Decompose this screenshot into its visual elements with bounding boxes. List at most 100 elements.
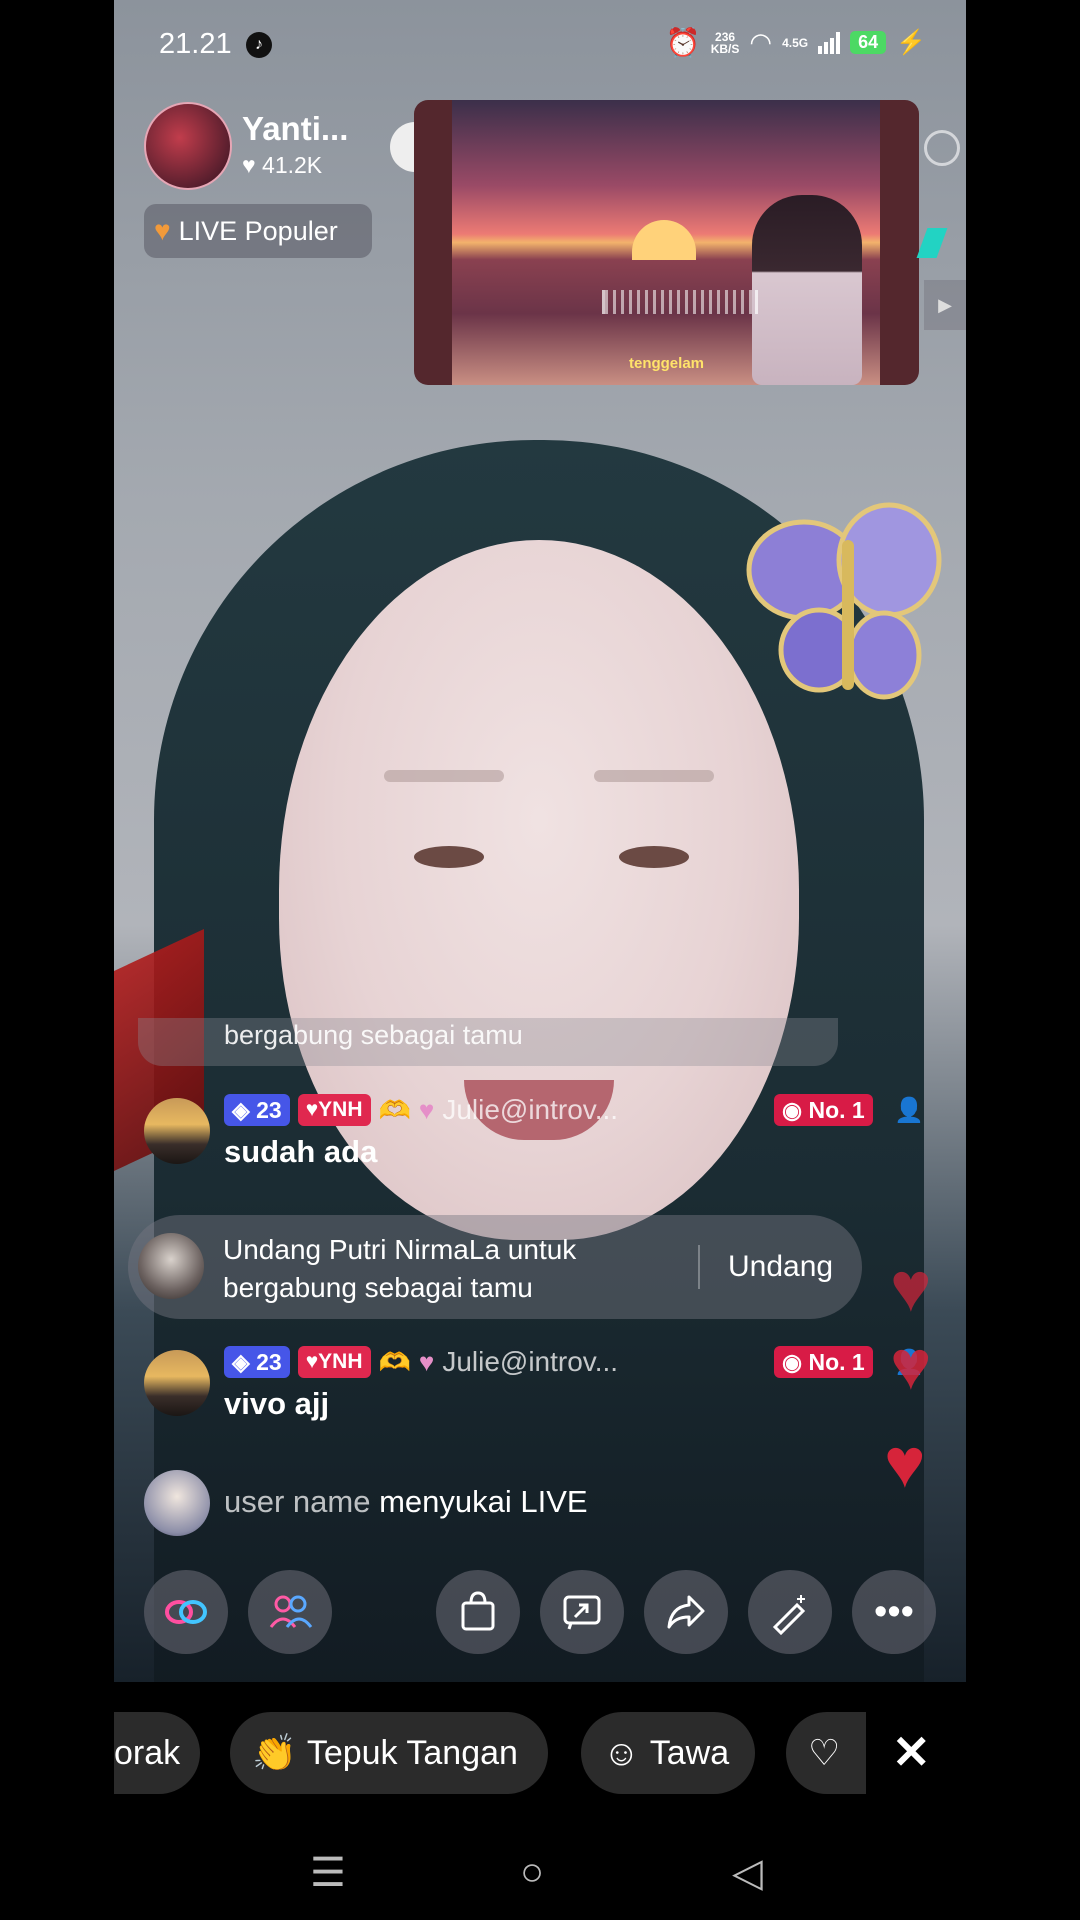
video-eye-left	[414, 846, 484, 868]
host-likes: ♥ 41.2K	[242, 152, 322, 179]
comment-avatar[interactable]	[144, 1350, 210, 1416]
reaction-laugh-label: Tawa	[649, 1733, 730, 1772]
fan-club-name: YNH	[318, 1350, 363, 1373]
shop-bag-icon[interactable]	[436, 1570, 520, 1654]
music-card[interactable]: tenggelam	[414, 100, 919, 385]
refresh-icon[interactable]	[924, 130, 960, 166]
clap-icon: 👏	[252, 1732, 297, 1773]
level-badge: ◈ 23	[224, 1094, 290, 1126]
music-title: tenggelam	[628, 355, 704, 372]
reaction-clap-label: Tepuk Tangan	[306, 1733, 518, 1772]
floating-heart-icon: ♥	[890, 1248, 932, 1326]
rank-badge: ◉ No. 1	[774, 1094, 873, 1126]
video-brow-left	[384, 770, 504, 782]
comment-badges: ◈ 23 ♥YNH 🫶 ♥ Julie@introv...	[224, 1094, 618, 1126]
heart-icon: ♥	[242, 152, 256, 178]
comment-username[interactable]: Julie@introv...	[442, 1346, 618, 1378]
rank-icon: ◉	[782, 1349, 803, 1375]
link-icon[interactable]	[144, 1570, 228, 1654]
share-icon[interactable]	[644, 1570, 728, 1654]
level-badge: ◈ 23	[224, 1346, 290, 1378]
reaction-kiss-button[interactable]: ♡	[786, 1712, 866, 1794]
back-icon[interactable]: ◁	[732, 1850, 763, 1896]
video-brow-right	[594, 770, 714, 782]
network-type: 4.5G	[782, 35, 809, 50]
laugh-icon: ☺	[603, 1732, 640, 1773]
status-bar: 21.21 ♪ ⏰ 236 KB/S ◠ 4.5G 64 ⚡	[114, 0, 966, 92]
alarm-icon: ⏰	[665, 27, 701, 58]
comment-badges: ◈ 23 ♥YNH 🫶 ♥ Julie@introv...	[224, 1346, 618, 1378]
comment-message: vivo ajj	[224, 1386, 330, 1421]
reaction-laugh-button[interactable]: ☺ Tawa	[581, 1712, 755, 1794]
live-populer-badge[interactable]: ♥ LIVE Populer	[144, 204, 372, 258]
signal-icon	[818, 31, 841, 54]
close-icon[interactable]: ✕	[892, 1725, 931, 1779]
effects-wand-icon[interactable]	[748, 1570, 832, 1654]
pink-heart-icon: ♥	[418, 1094, 435, 1125]
menu-icon[interactable]: ☰	[310, 1850, 346, 1896]
home-icon[interactable]: ○	[520, 1850, 544, 1895]
invite-avatar[interactable]	[138, 1233, 204, 1299]
comment-avatar[interactable]	[144, 1098, 210, 1164]
expand-arrow-icon[interactable]: ▶	[924, 280, 966, 330]
system-nav-bar: ☰ ○ ◁	[114, 1850, 966, 1910]
video-eye-right	[619, 846, 689, 868]
comment-username[interactable]: Julie@introv...	[442, 1094, 618, 1126]
butterfly-hairclip-icon	[746, 502, 942, 700]
battery-icon: 64	[850, 31, 887, 54]
like-notice-action: menyukai LIVE	[379, 1484, 588, 1519]
heart-hands-icon: 🫶	[378, 1094, 411, 1125]
rank-icon: ◉	[782, 1097, 803, 1123]
level-value: 23	[256, 1349, 282, 1375]
comment-item[interactable]: ◈ 23 ♥YNH 🫶 ♥ Julie@introv... ◉ No. 1 👤 s…	[144, 1094, 944, 1184]
tiktok-icon: ♪	[246, 32, 272, 58]
rank-value: No. 1	[808, 1349, 865, 1375]
add-guest-icon[interactable]: 👤	[894, 1096, 924, 1125]
pink-heart-icon: ♥	[418, 1346, 435, 1377]
invite-text-line2: bergabung sebagai tamu	[223, 1272, 533, 1303]
sunset-sun	[632, 220, 696, 260]
reaction-partial-label: orak	[114, 1733, 181, 1772]
like-notice-text: user name menyukai LIVE	[224, 1484, 588, 1520]
live-populer-label: LIVE Populer	[178, 215, 338, 246]
diamond-icon: ◈	[232, 1097, 250, 1123]
like-notice-user[interactable]: user name	[224, 1484, 370, 1519]
fan-heart-icon: ♥	[305, 1350, 319, 1373]
music-artwork	[452, 100, 880, 385]
live-stream-screen: 21.21 ♪ ⏰ 236 KB/S ◠ 4.5G 64 ⚡ Yanti... ♥…	[114, 0, 966, 1920]
more-icon[interactable]: •••	[852, 1570, 936, 1654]
rank-badge: ◉ No. 1	[774, 1346, 873, 1378]
level-value: 23	[256, 1097, 282, 1123]
comment-partial-text: bergabung sebagai tamu	[224, 1020, 523, 1050]
join-avatar[interactable]	[144, 1470, 210, 1536]
invite-text-line1: Undang Putri NirmaLa untuk	[223, 1234, 577, 1265]
invite-guest-banner: Undang Putri NirmaLa untuk bergabung seb…	[128, 1215, 862, 1319]
share-screen-icon[interactable]	[540, 1570, 624, 1654]
fan-club-name: YNH	[318, 1098, 363, 1121]
fan-club-badge: ♥YNH	[297, 1346, 371, 1378]
action-bar: •••	[114, 1570, 966, 1662]
charging-icon: ⚡	[896, 29, 926, 56]
reaction-bar: orak 👏 Tepuk Tangan ☺ Tawa ♡	[114, 1712, 966, 1798]
comment-item[interactable]: ◈ 23 ♥YNH 🫶 ♥ Julie@introv... ◉ No. 1 👤 v…	[144, 1346, 944, 1436]
floating-heart-icon: ♥	[890, 1326, 932, 1404]
comment-message: sudah ada	[224, 1134, 378, 1169]
reaction-clap-button[interactable]: 👏 Tepuk Tangan	[230, 1712, 548, 1794]
guests-icon[interactable]	[248, 1570, 332, 1654]
status-time: 21.21	[159, 28, 232, 60]
reaction-chip-partial[interactable]: orak	[114, 1712, 200, 1794]
kiss-icon: ♡	[808, 1732, 841, 1773]
comment-partial: bergabung sebagai tamu	[138, 1018, 838, 1066]
heart-hands-icon: 🫶	[378, 1346, 411, 1377]
divider	[698, 1245, 700, 1289]
floating-heart-icon: ♥	[884, 1424, 926, 1502]
rank-value: No. 1	[808, 1097, 865, 1123]
host-name[interactable]: Yanti...	[242, 110, 348, 148]
fan-club-badge: ♥YNH	[297, 1094, 371, 1126]
invite-button[interactable]: Undang	[728, 1215, 833, 1319]
host-info[interactable]: Yanti... ♥ 41.2K	[144, 102, 348, 190]
diamond-icon: ◈	[232, 1349, 250, 1375]
wifi-icon: ◠	[749, 27, 773, 57]
audio-wave-icon	[602, 290, 758, 314]
host-avatar[interactable]	[144, 102, 232, 190]
